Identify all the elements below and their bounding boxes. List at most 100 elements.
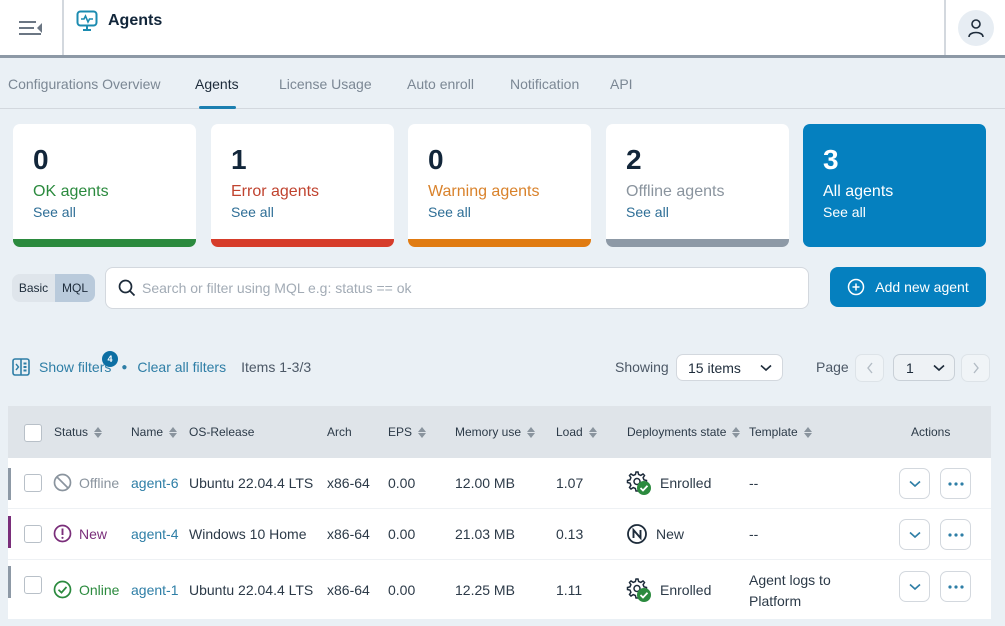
- page-number-select[interactable]: 1: [893, 354, 955, 381]
- memory-cell: 12.25 MB: [455, 582, 515, 598]
- current-page-value: 1: [906, 359, 914, 376]
- table-row: Offline agent-6 Ubuntu 22.04.4 LTS x86-6…: [8, 458, 991, 509]
- page-label: Page: [816, 359, 849, 375]
- online-status-check-icon: [53, 580, 72, 599]
- offline-agents-label: Offline agents: [626, 183, 725, 200]
- all-agents-count: 3: [823, 144, 839, 175]
- expand-row-button[interactable]: [899, 571, 930, 602]
- sort-icon[interactable]: [803, 426, 812, 438]
- user-icon: [967, 18, 984, 37]
- column-status[interactable]: Status: [54, 425, 103, 439]
- agent-name-link[interactable]: agent-4: [131, 526, 178, 542]
- ok-agents-count: 0: [33, 144, 49, 175]
- os-release-cell: Windows 10 Home: [189, 526, 307, 542]
- enrolled-gear-check-icon: [626, 578, 651, 602]
- sort-icon[interactable]: [588, 426, 597, 438]
- sort-icon[interactable]: [169, 426, 178, 438]
- column-name-label: Name: [131, 425, 164, 439]
- select-all-checkbox[interactable]: [24, 424, 42, 442]
- clear-all-filters-link[interactable]: Clear all filters: [137, 359, 226, 375]
- new-deployment-n-icon: [627, 524, 647, 544]
- add-new-agent-button[interactable]: Add new agent: [830, 267, 986, 307]
- column-os-release: OS-Release: [189, 425, 254, 439]
- sort-icon[interactable]: [418, 426, 427, 438]
- expand-row-button[interactable]: [899, 519, 930, 550]
- search-icon: [118, 279, 136, 297]
- status-cell: Offline: [53, 473, 119, 492]
- column-deployments-state[interactable]: Deployments state: [627, 425, 741, 439]
- column-memory-use[interactable]: Memory use: [455, 425, 536, 439]
- monitor-pulse-icon: [76, 10, 98, 31]
- card-warning-agents[interactable]: 0 Warning agents See all: [408, 124, 591, 247]
- tab-license-usage[interactable]: License Usage: [279, 76, 372, 92]
- error-agents-see-all-link[interactable]: See all: [231, 204, 274, 220]
- tab-notification[interactable]: Notification: [510, 76, 579, 92]
- user-area: [944, 0, 1005, 55]
- tab-auto-enroll[interactable]: Auto enroll: [407, 76, 474, 92]
- search-mode-toggle: Basic MQL: [12, 274, 95, 302]
- ok-agents-label: OK agents: [33, 183, 109, 200]
- arch-cell: x86-64: [327, 582, 370, 598]
- tab-agents[interactable]: Agents: [195, 76, 239, 92]
- row-checkbox[interactable]: [24, 525, 42, 543]
- card-all-agents[interactable]: 3 All agents See all: [803, 124, 986, 247]
- row-more-actions-button[interactable]: [940, 468, 971, 499]
- warning-agents-count: 0: [428, 144, 444, 175]
- mode-mql-button[interactable]: MQL: [55, 274, 95, 302]
- sort-icon[interactable]: [527, 426, 536, 438]
- items-count: Items 1-3/3: [241, 359, 312, 375]
- agent-name-link[interactable]: agent-1: [131, 582, 178, 598]
- warning-agents-color-bar: [408, 239, 591, 247]
- template-cell: Agent logs to Platform: [749, 572, 831, 609]
- row-status-accent: [8, 468, 11, 500]
- column-name[interactable]: Name: [131, 425, 178, 439]
- os-release-cell: Ubuntu 22.04.4 LTS: [189, 582, 314, 598]
- deployment-state-label: Enrolled: [660, 475, 712, 491]
- column-eps[interactable]: EPS: [388, 425, 427, 439]
- card-error-agents[interactable]: 1 Error agents See all: [211, 124, 394, 247]
- offline-agents-see-all-link[interactable]: See all: [626, 204, 669, 220]
- search-input[interactable]: [142, 280, 782, 296]
- sort-icon[interactable]: [732, 426, 741, 438]
- menu-toggle-button[interactable]: [0, 0, 64, 55]
- tab-bar: Configurations Overview Agents License U…: [0, 58, 1005, 109]
- sort-icon[interactable]: [94, 426, 103, 438]
- more-horizontal-icon: [947, 584, 964, 589]
- show-filters-label: Show filters: [39, 359, 112, 375]
- page-title: Agents: [76, 10, 162, 32]
- ok-agents-see-all-link[interactable]: See all: [33, 204, 76, 220]
- row-more-actions-button[interactable]: [940, 571, 971, 602]
- agent-name-link[interactable]: agent-6: [131, 475, 178, 491]
- row-checkbox[interactable]: [24, 474, 42, 492]
- column-memory-label: Memory use: [455, 425, 522, 439]
- column-load[interactable]: Load: [556, 425, 597, 439]
- expand-row-button[interactable]: [899, 468, 930, 499]
- tab-api[interactable]: API: [610, 76, 633, 92]
- status-label: Online: [79, 581, 120, 598]
- user-menu-button[interactable]: [957, 9, 994, 46]
- previous-page-button[interactable]: [855, 354, 884, 382]
- page-size-select[interactable]: 15 items: [676, 354, 783, 381]
- column-arch-label: Arch: [327, 425, 352, 439]
- active-tab-indicator: [199, 106, 236, 109]
- row-checkbox[interactable]: [24, 576, 42, 594]
- show-filters-button[interactable]: Show filters 4: [12, 351, 118, 376]
- column-template[interactable]: Template: [749, 425, 812, 439]
- row-status-accent: [8, 516, 11, 548]
- tab-configurations-overview[interactable]: Configurations Overview: [8, 76, 161, 92]
- card-offline-agents[interactable]: 2 Offline agents See all: [606, 124, 789, 247]
- error-agents-label: Error agents: [231, 183, 320, 200]
- card-ok-agents[interactable]: 0 OK agents See all: [13, 124, 196, 247]
- showing-label: Showing: [615, 359, 669, 375]
- next-page-button[interactable]: [961, 354, 990, 382]
- warning-agents-see-all-link[interactable]: See all: [428, 204, 471, 220]
- row-more-actions-button[interactable]: [940, 519, 971, 550]
- mode-basic-button[interactable]: Basic: [12, 274, 55, 302]
- all-agents-see-all-link[interactable]: See all: [823, 204, 866, 220]
- new-status-alert-icon: [53, 524, 72, 543]
- column-status-label: Status: [54, 425, 89, 439]
- deployment-cell: Enrolled: [626, 577, 711, 603]
- status-cell: New: [53, 524, 107, 543]
- error-agents-color-bar: [211, 239, 394, 247]
- row-status-accent: [8, 566, 11, 598]
